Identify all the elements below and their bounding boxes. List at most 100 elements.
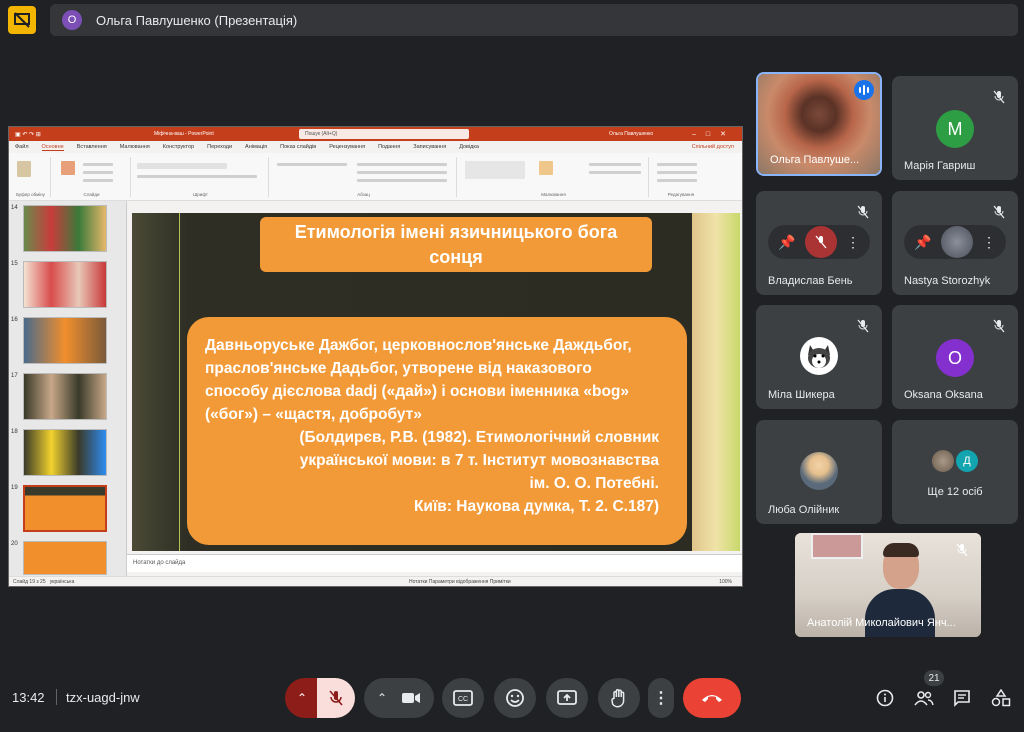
- hang-up-icon: [702, 695, 722, 702]
- more-vert-icon: ⋮: [653, 690, 669, 707]
- camera-icon: [402, 693, 421, 703]
- pin-icon[interactable]: 📌: [778, 234, 795, 251]
- mic-off-icon: [993, 319, 1005, 333]
- husky-avatar-icon: [800, 337, 838, 375]
- ribbon-group-label: Буфер обміну: [16, 192, 45, 197]
- ribbon-group-label: Редагування: [667, 192, 695, 197]
- thumbnail-number: 16: [11, 317, 18, 323]
- tile-hover-controls[interactable]: 📌 ⋮: [768, 225, 870, 259]
- emoji-reactions-button[interactable]: [494, 678, 536, 718]
- audio-options-button[interactable]: ⌃: [285, 678, 319, 718]
- participant-tile-maria[interactable]: М Марія Гавриш: [892, 76, 1018, 180]
- mic-off-icon: [956, 543, 968, 557]
- participant-name: Ольга Павлуше...: [770, 154, 860, 166]
- slide-thumbnail: [23, 541, 107, 575]
- participant-name: Міла Шикера: [768, 389, 835, 401]
- participant-tile-liuba[interactable]: Люба Олійник: [756, 420, 882, 524]
- status-zoom: 100%: [719, 579, 732, 585]
- avatar-initial: Д: [963, 455, 971, 467]
- slide-body-line: способу дієслова dadj («дай») і основи і…: [205, 383, 630, 400]
- more-options-button[interactable]: ⋮: [648, 678, 674, 718]
- meeting-details-button[interactable]: [874, 687, 896, 709]
- slide-body: Давньоруське Дажбог, церковнослов'янське…: [187, 317, 687, 545]
- ppt-window-controls: –□✕: [692, 131, 736, 138]
- slide-thumbnail: [23, 317, 107, 364]
- more-options-icon[interactable]: ⋮: [982, 234, 996, 251]
- self-video-tile[interactable]: Анатолій Миколайович Янч...: [795, 533, 981, 637]
- mic-off-icon: [815, 235, 827, 249]
- presenter-bar: О Ольга Павлушенко (Презентація): [50, 4, 1018, 36]
- participant-avatar: М: [936, 110, 974, 148]
- participant-tile-mila[interactable]: Міла Шикера: [756, 305, 882, 409]
- chat-button[interactable]: [951, 687, 973, 709]
- thumbnail-number: 17: [11, 373, 18, 379]
- emoji-icon: [506, 689, 524, 707]
- people-button[interactable]: [913, 687, 935, 709]
- shapes-icon: [991, 689, 1011, 707]
- slide-thumbnail: [23, 429, 107, 476]
- participant-avatar: [804, 226, 837, 258]
- svg-text:CC: CC: [458, 696, 468, 703]
- tile-hover-controls[interactable]: 📌 ⋮: [904, 225, 1006, 259]
- participant-avatar: O: [936, 339, 974, 377]
- info-icon: [876, 689, 894, 707]
- avatar-initial: O: [947, 347, 962, 368]
- ppt-menu-item: Подання: [378, 144, 401, 150]
- slide-thumbnail-selected: [23, 485, 107, 532]
- more-participants-tile[interactable]: Д Ще 12 осіб: [892, 420, 1018, 524]
- slide-citation-line: ім. О. О. Потебні.: [529, 475, 659, 492]
- presenter-label: Ольга Павлушенко (Презентація): [96, 12, 298, 28]
- presentation-badge-icon[interactable]: [8, 6, 36, 34]
- more-participants-label: Ще 12 осіб: [927, 486, 983, 498]
- avatar-initial: М: [947, 118, 963, 139]
- thumbnail-number: 15: [11, 261, 18, 267]
- participant-avatar: Д: [956, 450, 978, 472]
- participant-tile-olga[interactable]: Ольга Павлуше...: [756, 72, 882, 176]
- ppt-menu-item: Файл: [15, 144, 29, 150]
- slide-title: Етимологія імені язичницького бога сонця: [260, 217, 652, 272]
- slide-body-line: («бог») – «щастя, добробут»: [205, 406, 422, 423]
- ppt-user-name: Ольга Павлушенко: [609, 131, 654, 137]
- raise-hand-button[interactable]: [598, 678, 640, 718]
- ribbon-group-label: Малювання: [541, 192, 566, 197]
- participant-tile-vladyslav[interactable]: 📌 ⋮ Владислав Бень: [756, 191, 882, 295]
- captions-button[interactable]: CC: [442, 678, 484, 718]
- microphone-toggle-button[interactable]: [317, 678, 355, 718]
- background-frames: [811, 533, 863, 559]
- ribbon-group-editing: Редагування: [651, 157, 711, 197]
- participant-name: Анатолій Миколайович Янч...: [807, 617, 956, 629]
- camera-toggle-button[interactable]: ⌃: [364, 678, 434, 718]
- speaking-indicator-icon: [854, 80, 874, 100]
- more-options-icon[interactable]: ⋮: [846, 234, 860, 251]
- slide-notes: Нотатки до слайда: [127, 554, 742, 572]
- ppt-menu-item: Конструктор: [162, 144, 195, 150]
- status-slide-count: Слайд 19 з 25: [13, 579, 46, 585]
- slide-body-line: праслов'янське Дадьбог, утворене від нак…: [205, 360, 592, 377]
- captions-icon: CC: [453, 690, 473, 706]
- activities-button[interactable]: [990, 687, 1012, 709]
- participant-tile-oksana[interactable]: O Oksana Oksana: [892, 305, 1018, 409]
- thumbnail-number: 14: [11, 205, 18, 211]
- chevron-up-icon: ⌃: [296, 691, 308, 705]
- participant-name: Nastya Storozhyk: [904, 275, 991, 287]
- status-view-options: Нотатки Параметри відображення Примітки: [409, 579, 511, 585]
- shared-screen: ▣ ↶ ↷ ⊞ Міфічна-ваш - PowerPoint Пошук (…: [8, 126, 743, 587]
- ppt-menu-item: Показ слайдів: [280, 144, 317, 150]
- slide-title-line: сонця: [429, 247, 483, 267]
- ribbon-group-label: Абзац: [357, 192, 370, 197]
- ribbon-group-drawing: Малювання: [459, 157, 649, 197]
- pin-icon[interactable]: 📌: [914, 234, 931, 251]
- present-screen-button[interactable]: [546, 678, 588, 718]
- slide-body-line: Давньоруське Дажбог, церковнослов'янське…: [205, 337, 632, 354]
- chat-icon: [954, 690, 970, 707]
- ppt-menu-item: Записування: [413, 144, 447, 150]
- participant-tile-nastya[interactable]: 📌 ⋮ Nastya Storozhyk: [892, 191, 1018, 295]
- ppt-status-bar: Слайд 19 з 25 українська Нотатки Парамет…: [9, 576, 742, 586]
- mic-off-icon: [993, 205, 1005, 219]
- present-icon: [557, 690, 577, 705]
- ppt-menu-item: Малювання: [119, 144, 150, 150]
- leave-call-button[interactable]: [683, 678, 741, 718]
- participant-name: Марія Гавриш: [904, 160, 976, 172]
- mic-off-icon: [857, 205, 869, 219]
- divider: [56, 689, 57, 705]
